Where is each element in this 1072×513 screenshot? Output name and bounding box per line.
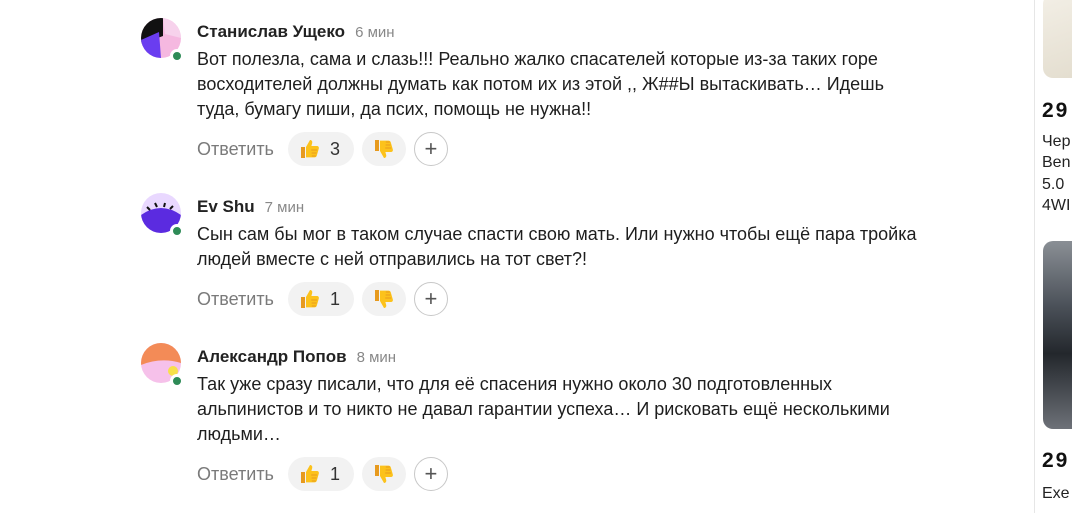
comment-author[interactable]: Станислав Ущеко: [197, 22, 345, 42]
comment-text: Сын сам бы мог в таком случае спасти сво…: [197, 222, 997, 272]
like-count: 1: [329, 288, 340, 309]
ad-image[interactable]: [1043, 0, 1072, 78]
like-count: 1: [329, 463, 340, 484]
comment-text-line: Сын сам бы мог в таком случае спасти сво…: [197, 224, 917, 244]
plus-icon: +: [424, 136, 438, 161]
comment-text-line: людей вместе с ней отправились на тот св…: [197, 249, 588, 269]
sidebar-ads: 29 Чер Ben 5.0 4WI 29 Exe: [1035, 0, 1072, 513]
dislike-button[interactable]: [361, 282, 406, 316]
comment-time: 7 мин: [264, 198, 305, 216]
comment-text-line: Так уже сразу писали, что для её спасени…: [197, 374, 833, 394]
dislike-button[interactable]: [361, 132, 406, 166]
ad-title-line[interactable]: Чер: [1042, 131, 1070, 152]
ad-image-car[interactable]: [1043, 241, 1072, 429]
like-button[interactable]: 1: [287, 282, 354, 316]
comments-list: Станислав Ущеко 6 мин Вот полезла, сама …: [0, 0, 1034, 513]
reply-button[interactable]: Ответить: [197, 464, 274, 485]
comment-time: 6 мин: [355, 23, 395, 41]
like-button[interactable]: 3: [287, 132, 354, 166]
plus-icon: +: [424, 461, 438, 486]
thumbs-up-icon: [300, 465, 319, 483]
ad-title-line[interactable]: 5.0: [1042, 174, 1064, 195]
comment-text-line: туда, бумагу пиши, да псих, помощь не ну…: [197, 99, 592, 119]
thumbs-down-icon: [374, 465, 393, 483]
ad-title-line[interactable]: 4WI: [1042, 195, 1070, 216]
online-status-dot: [170, 49, 184, 63]
comment-text-line: альпинистов и то никто не давал гарантии…: [197, 399, 890, 419]
thumbs-down-icon: [374, 290, 393, 308]
ad-title-line[interactable]: Ben: [1042, 152, 1070, 173]
ad-title-line[interactable]: Exe: [1042, 483, 1070, 504]
add-reaction-button[interactable]: +: [413, 132, 448, 166]
add-reaction-button[interactable]: +: [413, 282, 448, 316]
reply-button[interactable]: Ответить: [197, 289, 274, 310]
comment-text: Так уже сразу писали, что для её спасени…: [197, 372, 997, 447]
comment-actions: Ответить 1 +: [197, 457, 997, 491]
comment-text-line: Вот полезла, сама и слазь!!! Реально жал…: [197, 49, 878, 69]
comment-text-line: людьми…: [197, 424, 281, 444]
plus-icon: +: [424, 286, 438, 311]
thumbs-up-icon: [300, 290, 319, 308]
comment-actions: Ответить 1 +: [197, 282, 997, 316]
online-status-dot: [170, 224, 184, 238]
thumbs-up-icon: [300, 140, 319, 158]
thumbs-down-icon: [374, 140, 393, 158]
comment-actions: Ответить 3 +: [197, 132, 997, 166]
comment-author[interactable]: Александр Попов: [197, 347, 347, 367]
comment-time: 8 мин: [356, 348, 397, 366]
online-status-dot: [170, 374, 184, 388]
dislike-button[interactable]: [361, 457, 406, 491]
comment-text: Вот полезла, сама и слазь!!! Реально жал…: [197, 47, 997, 122]
ad-price[interactable]: 29: [1042, 449, 1069, 473]
ad-price[interactable]: 29: [1042, 99, 1069, 123]
reply-button[interactable]: Ответить: [197, 139, 274, 160]
add-reaction-button[interactable]: +: [413, 457, 448, 491]
like-button[interactable]: 1: [287, 457, 354, 491]
comment-text-line: восходителей должны думать как потом их …: [197, 74, 884, 94]
like-count: 3: [329, 138, 340, 159]
comment-author[interactable]: Ev Shu: [197, 197, 255, 217]
